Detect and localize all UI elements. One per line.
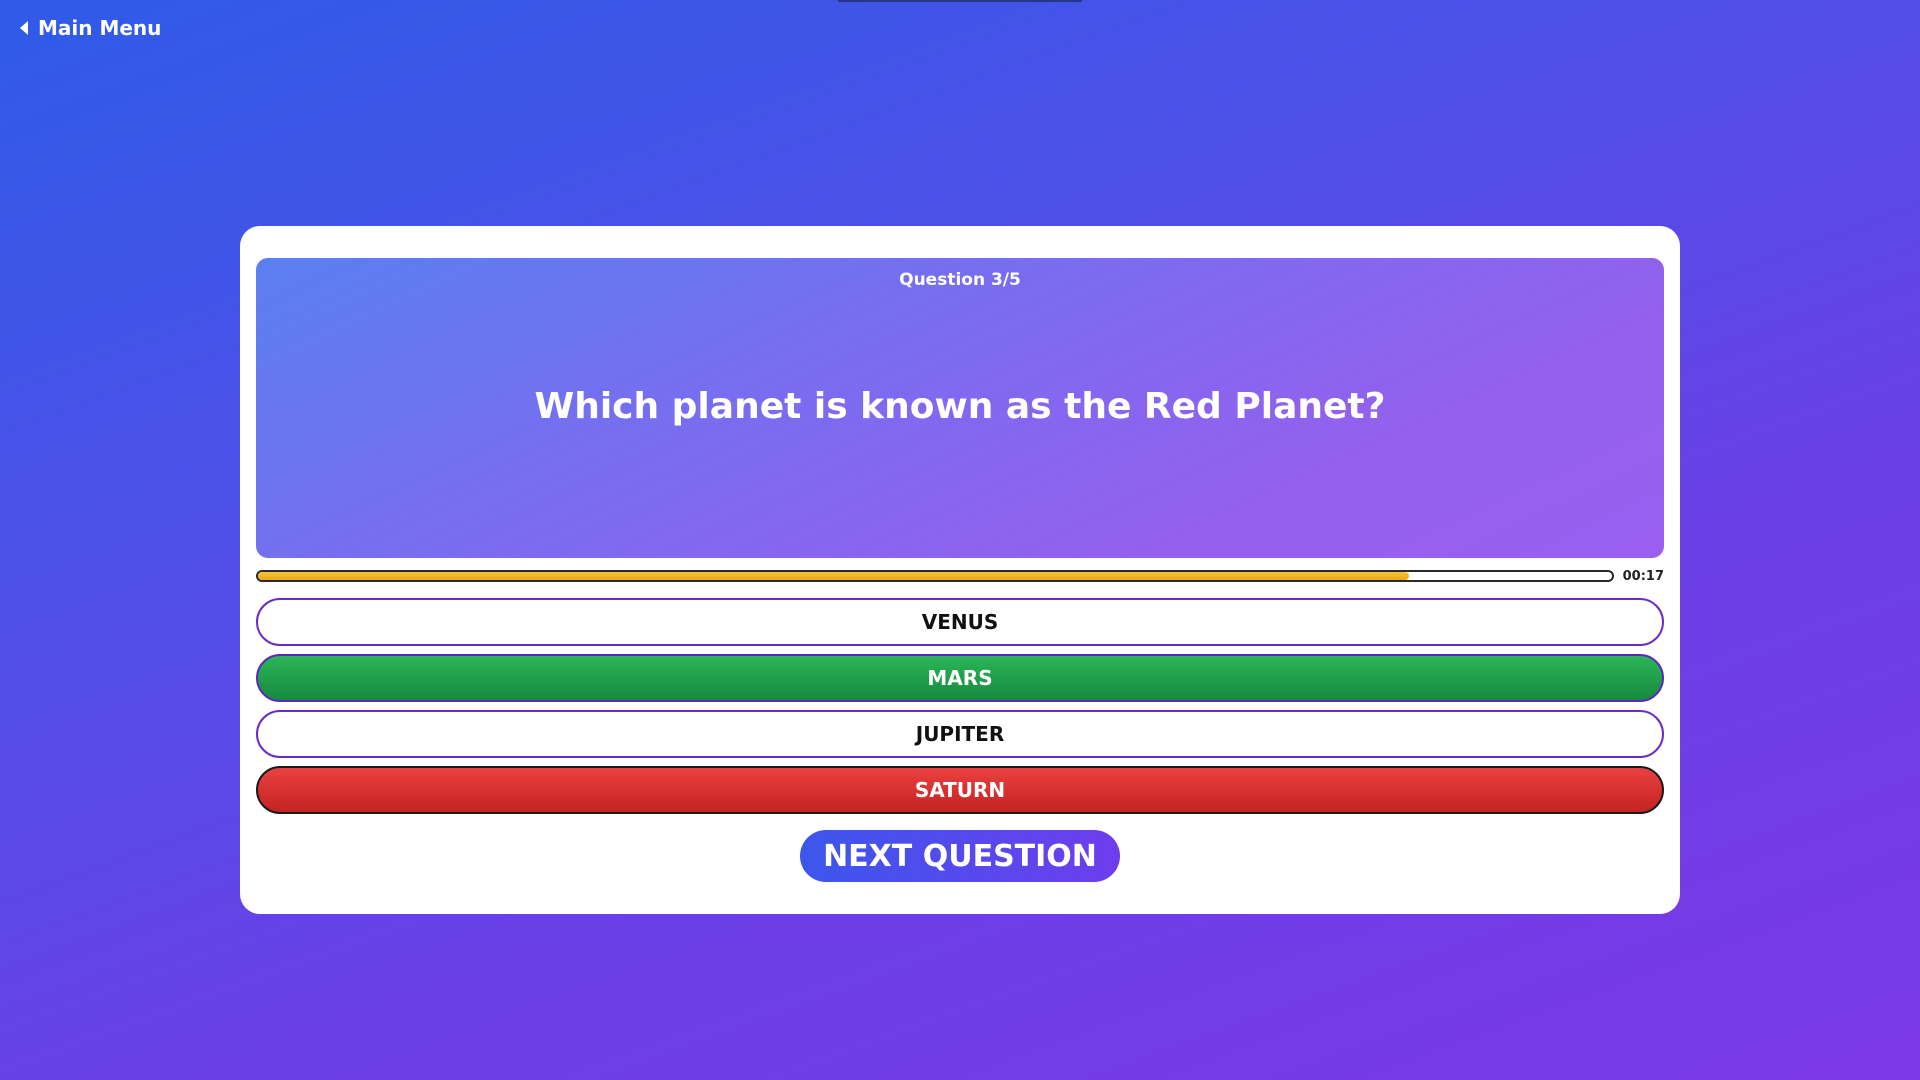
answer-option-venus[interactable]: VENUS: [256, 598, 1664, 646]
answer-label: MARS: [927, 666, 993, 690]
answer-label: JUPITER: [915, 722, 1005, 746]
answer-list: VENUS MARS JUPITER SATURN: [256, 598, 1664, 822]
question-counter: Question 3/5: [899, 270, 1021, 290]
quiz-card: Question 3/5 Which planet is known as th…: [240, 226, 1680, 914]
timer-progress-fill: [258, 572, 1409, 580]
main-menu-back-link[interactable]: Main Menu: [20, 16, 161, 40]
timer-progress-bar: [256, 570, 1614, 582]
answer-option-jupiter[interactable]: JUPITER: [256, 710, 1664, 758]
chevron-left-icon: [20, 21, 28, 35]
answer-label: SATURN: [914, 778, 1006, 802]
timer-row: 00:17: [256, 569, 1664, 586]
question-panel: Question 3/5 Which planet is known as th…: [256, 258, 1664, 558]
question-text: Which planet is known as the Red Planet?: [534, 386, 1386, 427]
next-question-button[interactable]: NEXT QUESTION: [800, 830, 1120, 882]
top-tab-indicator: [838, 0, 1082, 2]
answer-option-mars[interactable]: MARS: [256, 654, 1664, 702]
next-question-label: NEXT QUESTION: [823, 838, 1097, 874]
answer-label: VENUS: [921, 610, 999, 634]
main-menu-label: Main Menu: [38, 16, 162, 40]
answer-option-saturn[interactable]: SATURN: [256, 766, 1664, 814]
timer-text: 00:17: [1622, 569, 1664, 584]
